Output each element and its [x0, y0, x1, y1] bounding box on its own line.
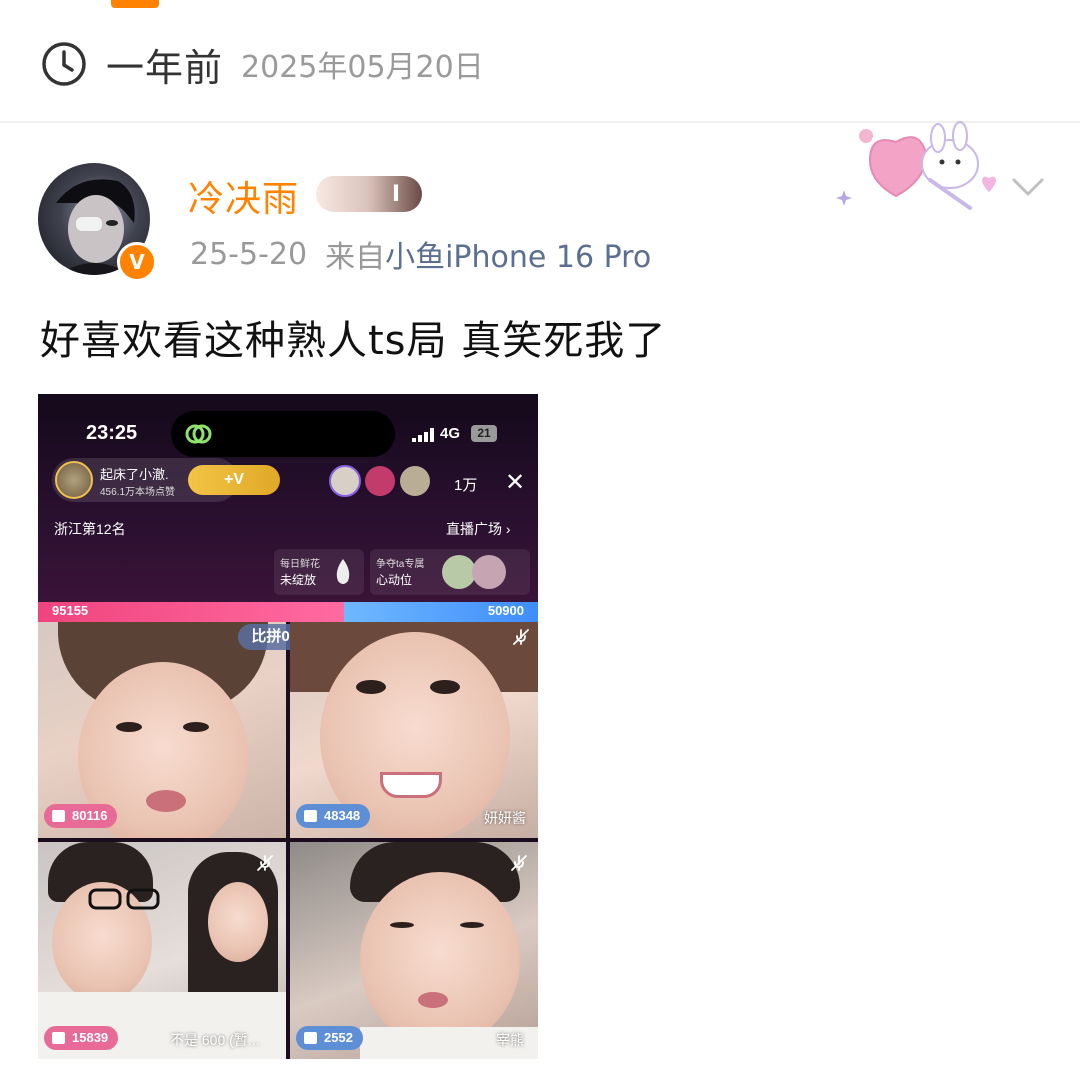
tile-name: 妍妍酱 [484, 810, 526, 826]
mic-off-icon[interactable] [256, 854, 274, 872]
pk-score-bar: 95155 50900 [38, 602, 538, 622]
flower-card[interactable]: 每日鲜花 未绽放 [274, 549, 364, 595]
seat-avatars [442, 555, 506, 589]
viewer-count: 1万 [454, 477, 478, 494]
video-tile[interactable]: 80116 [38, 622, 286, 838]
source-device[interactable]: 小鱼iPhone 16 Pro [385, 232, 651, 276]
viewer-avatars[interactable] [328, 464, 438, 498]
post-text: 好喜欢看这种熟人ts局 真笑死我了 [40, 318, 667, 364]
eye [460, 922, 484, 928]
mic-off-icon[interactable] [512, 628, 530, 646]
time-header: 一年前 2025年05月20日 [40, 38, 484, 90]
host-name: 起床了小澈. [100, 467, 169, 482]
eye [356, 680, 386, 694]
host-views: 456.1万本场点赞 [100, 487, 176, 498]
eye [116, 722, 142, 732]
flower-card-status: 未绽放 [280, 573, 317, 587]
heart-seat-title: 争夺ta专属 [376, 559, 425, 570]
mouth [146, 790, 186, 812]
heart-seat-card[interactable]: 争夺ta专属 心动位 [370, 549, 530, 595]
signal-icon [412, 428, 434, 442]
top-accent-bar [111, 0, 159, 8]
heart-seat-label: 心动位 [376, 573, 413, 587]
mouth [380, 772, 442, 798]
status-time: 23:25 [86, 422, 138, 444]
fan-medal-badge[interactable]: I [316, 176, 422, 212]
pk-left-score: 95155 [52, 603, 89, 618]
flower-card-title: 每日鲜花 [280, 559, 320, 570]
video-tile[interactable]: 48348 妍妍酱 [290, 622, 538, 838]
heart-bunny-sticker [836, 121, 996, 210]
video-tile[interactable]: 15839 不是 600 (暂... [38, 842, 286, 1059]
close-icon[interactable]: ✕ [505, 468, 525, 497]
clock-icon [42, 42, 86, 86]
eye [183, 722, 209, 732]
tile-score: 80116 [44, 804, 118, 828]
pk-right-score: 50900 [487, 603, 524, 618]
verified-badge: V [117, 242, 157, 282]
post-image[interactable]: 23:25 4G 21 起床了小澈. 456.1万本场点赞 +V 1万 ✕ 浙江… [38, 394, 538, 1059]
medal-text: I [391, 181, 400, 207]
tile-name: 不是 600 (暂... [170, 1032, 260, 1048]
post-date: 25-5-20 [190, 236, 308, 272]
tile-score: 48348 [296, 804, 371, 828]
glasses-icon [88, 888, 160, 910]
video-tile[interactable]: 2552 宰熊 [290, 842, 538, 1059]
source-prefix: 来自 [325, 240, 386, 275]
region-rank[interactable]: 浙江第12名 [54, 519, 126, 539]
time-relative: 一年前 [106, 45, 224, 90]
time-absolute: 2025年05月20日 [241, 50, 484, 85]
face [360, 872, 520, 1047]
tile-score: 2552 [296, 1026, 363, 1050]
face [208, 882, 268, 962]
tile-name: 宰熊 [496, 1032, 524, 1048]
eye [430, 680, 460, 694]
host-avatar [55, 461, 93, 499]
eye [390, 922, 414, 928]
username[interactable]: 冷决雨 [188, 170, 299, 222]
chevron-down-icon[interactable] [1010, 174, 1046, 200]
follow-button[interactable]: +V [188, 465, 280, 495]
mouth [418, 992, 448, 1008]
battery-icon: 21 [471, 425, 497, 442]
network-label: 4G [440, 425, 461, 442]
post-meta: 25-5-20 来自 小鱼iPhone 16 Pro [190, 232, 651, 276]
tile-score: 15839 [44, 1026, 119, 1050]
live-plaza-link[interactable]: 直播广场 › [446, 519, 511, 539]
mic-off-icon[interactable] [510, 854, 528, 872]
flower-bud-icon [336, 559, 350, 584]
app-link-icon [185, 424, 212, 444]
